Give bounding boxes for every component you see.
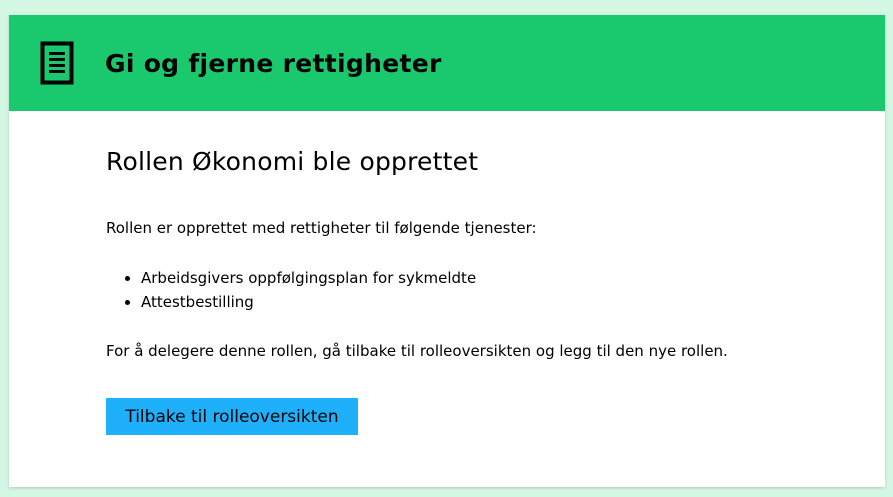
instruction-text: For å delegere denne rollen, gå tilbake … (106, 342, 728, 360)
dialog-content: Rollen Økonomi ble opprettet Rollen er o… (9, 111, 885, 435)
document-icon (40, 41, 74, 85)
dialog-header: Gi og fjerne rettigheter (9, 15, 885, 111)
list-item: Attestbestilling (141, 290, 885, 314)
dialog-card: Gi og fjerne rettigheter Rollen Økonomi … (9, 15, 885, 487)
services-list: Arbeidsgivers oppfølgingsplan for sykmel… (106, 266, 885, 314)
success-heading: Rollen Økonomi ble opprettet (106, 147, 479, 176)
list-item: Arbeidsgivers oppfølgingsplan for sykmel… (141, 266, 885, 290)
back-to-overview-button[interactable]: Tilbake til rolleoversikten (106, 398, 358, 435)
page-title: Gi og fjerne rettigheter (105, 48, 442, 78)
intro-text: Rollen er opprettet med rettigheter til … (106, 219, 537, 237)
